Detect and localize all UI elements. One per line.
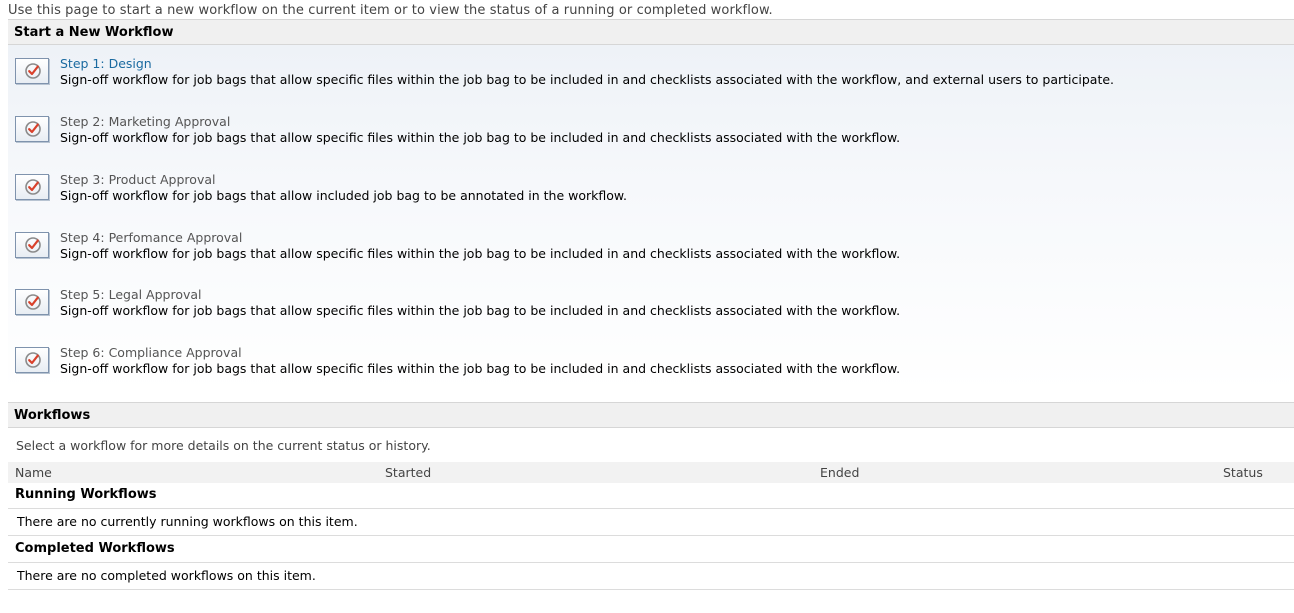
- workflow-description: Sign-off workflow for job bags that allo…: [60, 188, 627, 203]
- workflow-title-link[interactable]: Step 3: Product Approval: [60, 172, 215, 187]
- workflow-checkmark-icon[interactable]: [15, 232, 49, 258]
- workflow-item-step-2[interactable]: Step 2: Marketing Approval Sign-off work…: [8, 103, 1294, 147]
- workflows-header: Workflows: [8, 402, 1294, 428]
- workflow-title-link[interactable]: Step 6: Compliance Approval: [60, 345, 242, 360]
- workflow-description: Sign-off workflow for job bags that allo…: [60, 361, 901, 376]
- running-workflows-title: Running Workflows: [15, 487, 157, 502]
- workflow-item-step-1[interactable]: Step 1: Design Sign-off workflow for job…: [8, 45, 1294, 89]
- workflow-title-link[interactable]: Step 1: Design: [60, 56, 152, 71]
- workflow-item-step-4[interactable]: Step 4: Perfomance Approval Sign-off wor…: [8, 219, 1294, 263]
- completed-workflows-empty-text: There are no completed workflows on this…: [17, 568, 316, 583]
- workflow-description: Sign-off workflow for job bags that allo…: [60, 246, 901, 261]
- completed-workflows-title: Completed Workflows: [15, 541, 175, 556]
- workflow-checkmark-icon[interactable]: [15, 58, 49, 84]
- workflow-title-link[interactable]: Step 5: Legal Approval: [60, 287, 202, 302]
- workflow-checkmark-icon[interactable]: [15, 289, 49, 315]
- workflow-description: Sign-off workflow for job bags that allo…: [60, 72, 1115, 87]
- workflow-item-step-5[interactable]: Step 5: Legal Approval Sign-off workflow…: [8, 276, 1294, 320]
- workflow-checkmark-icon[interactable]: [15, 174, 49, 200]
- column-header-started[interactable]: Started: [385, 465, 431, 480]
- completed-workflows-empty-row: There are no completed workflows on this…: [8, 562, 1294, 590]
- running-workflows-empty-row: There are no currently running workflows…: [8, 508, 1294, 536]
- workflow-templates-list: Step 1: Design Sign-off workflow for job…: [8, 45, 1294, 391]
- workflows-help-text: Select a workflow for more details on th…: [16, 438, 431, 453]
- workflow-checkmark-icon[interactable]: [15, 116, 49, 142]
- workflows-title: Workflows: [14, 408, 91, 423]
- start-workflow-title: Start a New Workflow: [14, 25, 174, 40]
- workflows-grid-header: Name Started Ended Status: [8, 462, 1294, 483]
- workflow-description: Sign-off workflow for job bags that allo…: [60, 303, 901, 318]
- column-header-name[interactable]: Name: [15, 465, 52, 480]
- intro-text: Use this page to start a new workflow on…: [8, 3, 773, 18]
- workflow-item-step-6[interactable]: Step 6: Compliance Approval Sign-off wor…: [8, 334, 1294, 378]
- workflow-checkmark-icon[interactable]: [15, 347, 49, 373]
- workflow-title-link[interactable]: Step 2: Marketing Approval: [60, 114, 230, 129]
- start-workflow-header: Start a New Workflow: [8, 19, 1294, 45]
- column-header-status[interactable]: Status: [1223, 465, 1263, 480]
- workflow-description: Sign-off workflow for job bags that allo…: [60, 130, 901, 145]
- workflow-item-step-3[interactable]: Step 3: Product Approval Sign-off workfl…: [8, 161, 1294, 205]
- workflows-page: Use this page to start a new workflow on…: [0, 0, 1294, 613]
- column-header-ended[interactable]: Ended: [820, 465, 859, 480]
- workflow-title-link[interactable]: Step 4: Perfomance Approval: [60, 230, 242, 245]
- running-workflows-empty-text: There are no currently running workflows…: [17, 514, 358, 529]
